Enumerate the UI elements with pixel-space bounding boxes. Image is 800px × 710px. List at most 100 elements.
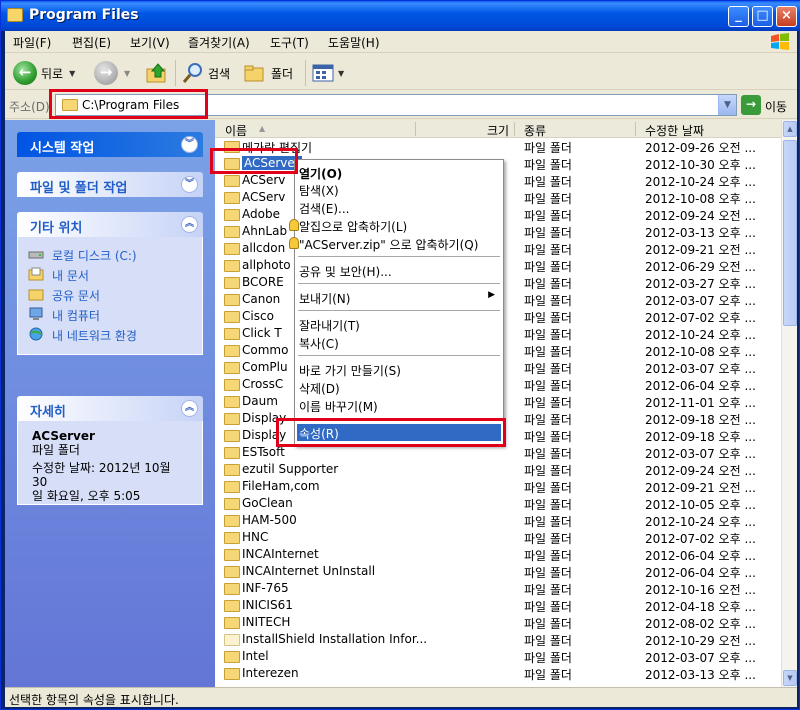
file-folder-tasks-header[interactable]: 파일 및 폴더 작업 ︾ <box>17 172 203 197</box>
context-menu: 열기(O) 탐색(X) 검색(E)... 알집으로 압축하기(L) "ACSer… <box>289 159 504 446</box>
file-row[interactable]: Intel 파일 폴더 2012-03-07 오후 ... <box>215 648 781 665</box>
file-row[interactable]: ezutil Supporter 파일 폴더 2012-09-24 오전 ... <box>215 461 781 478</box>
menu-properties[interactable]: 속성(R) <box>297 424 501 441</box>
other-places-header[interactable]: 기타 위치 ︽ <box>17 212 203 237</box>
maximize-button[interactable]: □ <box>752 6 773 27</box>
column-name[interactable]: 이름 <box>225 122 247 139</box>
menu-alzip-compress[interactable]: 알집으로 압축하기(L) <box>289 217 501 234</box>
menu-rename[interactable]: 이름 바꾸기(M) <box>297 397 501 414</box>
file-name: INCAInternet <box>242 547 319 561</box>
file-row[interactable]: INITECH 파일 폴더 2012-08-02 오후 ... <box>215 614 781 631</box>
go-arrow-icon[interactable]: → <box>741 95 761 115</box>
back-button[interactable]: ← 뒤로 ▼ <box>13 60 75 86</box>
address-input[interactable]: C:\Program Files ▼ <box>55 94 737 116</box>
minimize-button[interactable]: _ <box>728 6 749 27</box>
folder-icon <box>224 498 240 510</box>
file-date: 2012-09-26 오전 ... <box>645 141 756 155</box>
menu-view[interactable]: 보기(V) <box>130 34 170 51</box>
file-row[interactable]: Interezen 파일 폴더 2012-03-13 오후 ... <box>215 665 781 682</box>
column-divider[interactable] <box>635 122 636 136</box>
menu-help[interactable]: 도움말(H) <box>328 34 380 51</box>
menu-delete[interactable]: 삭제(D) <box>297 379 501 396</box>
chevron-down-icon[interactable]: ︾ <box>181 176 198 193</box>
details-header[interactable]: 자세히 ︽ <box>17 396 203 421</box>
chevron-up-icon[interactable]: ︽ <box>181 216 198 233</box>
menu-share-security[interactable]: 공유 및 보안(H)... <box>297 262 501 279</box>
system-tasks-header[interactable]: 시스템 작업 ︾ <box>17 132 203 157</box>
file-row[interactable]: INCAInternet UnInstall 파일 폴더 2012-06-04 오후… <box>215 563 781 580</box>
address-dropdown-button[interactable]: ▼ <box>718 95 736 115</box>
file-type: 파일 폴더 <box>524 430 572 444</box>
search-label: 검색 <box>208 66 231 81</box>
place-my-documents[interactable]: 내 문서 <box>28 265 192 285</box>
menu-file[interactable]: 파일(F) <box>13 34 51 51</box>
details-name: ACServer <box>32 429 95 443</box>
menu-favorites[interactable]: 즐겨찾기(A) <box>188 34 250 51</box>
system-tasks-title: 시스템 작업 <box>30 141 95 156</box>
folder-icon <box>62 99 78 111</box>
folder-icon <box>224 566 240 578</box>
menu-explore[interactable]: 탐색(X) <box>297 181 501 198</box>
chevron-up-icon[interactable]: ︽ <box>181 400 198 417</box>
scroll-thumb[interactable] <box>783 140 797 326</box>
file-date: 2012-09-18 오후 ... <box>645 430 756 444</box>
column-type[interactable]: 종류 <box>524 122 546 139</box>
go-button[interactable]: 이동 <box>765 98 787 115</box>
chevron-down-icon[interactable]: ︾ <box>181 136 198 153</box>
forward-button[interactable]: → ▼ <box>94 60 130 86</box>
file-row[interactable]: 메가락 편집기 파일 폴더 2012-09-26 오전 ... <box>215 138 781 155</box>
folder-icon <box>224 430 240 442</box>
file-row[interactable]: INF-765 파일 폴더 2012-10-16 오전 ... <box>215 580 781 597</box>
vertical-scrollbar[interactable]: ▲ ▼ <box>781 120 797 687</box>
scroll-up-button[interactable]: ▲ <box>783 121 797 137</box>
place-shared-documents[interactable]: 공유 문서 <box>28 285 192 305</box>
column-date[interactable]: 수정한 날짜 <box>645 122 704 139</box>
column-size[interactable]: 크기 <box>487 122 509 139</box>
place-local-disk[interactable]: 로컬 디스크 (C:) <box>28 245 192 265</box>
menu-send-to[interactable]: 보내기(N) ▶ <box>297 289 501 306</box>
place-my-computer[interactable]: 내 컴퓨터 <box>28 305 192 325</box>
file-date: 2012-08-02 오후 ... <box>645 617 756 631</box>
close-button[interactable]: × <box>776 6 797 27</box>
file-type: 파일 폴더 <box>524 260 572 274</box>
folder-icon <box>224 175 240 187</box>
file-name: Click T <box>242 326 282 340</box>
other-places-panel: 기타 위치 ︽ 로컬 디스크 (C:) 내 문서 공유 문서 내 컴퓨터 내 네… <box>17 212 203 355</box>
file-row[interactable]: FileHam,com 파일 폴더 2012-09-21 오전 ... <box>215 478 781 495</box>
menu-edit[interactable]: 편집(E) <box>72 34 111 51</box>
file-date: 2012-10-08 오후 ... <box>645 192 756 206</box>
menu-copy[interactable]: 복사(C) <box>297 334 501 351</box>
folders-button[interactable]: 폴더 <box>243 60 293 86</box>
file-row[interactable]: HAM-500 파일 폴더 2012-10-24 오후 ... <box>215 512 781 529</box>
file-date: 2012-04-18 오후 ... <box>645 600 756 614</box>
file-row[interactable]: ESTsoft 파일 폴더 2012-03-07 오후 ... <box>215 444 781 461</box>
search-button[interactable]: 검색 <box>181 60 230 86</box>
menu-search[interactable]: 검색(E)... <box>297 199 501 216</box>
file-date: 2012-10-29 오전 ... <box>645 634 756 648</box>
file-row[interactable]: InstallShield Installation Infor... 파일 폴더… <box>215 631 781 648</box>
file-row[interactable]: HNC 파일 폴더 2012-07-02 오후 ... <box>215 529 781 546</box>
up-folder-button[interactable] <box>145 60 169 86</box>
views-button[interactable]: ▼ <box>311 60 344 86</box>
file-name: ESTsoft <box>242 445 285 459</box>
file-name: FileHam,com <box>242 479 320 493</box>
column-divider[interactable] <box>415 122 416 136</box>
file-name: Adobe <box>242 207 280 221</box>
place-my-network[interactable]: 내 네트워크 환경 <box>28 325 192 345</box>
menu-tools[interactable]: 도구(T) <box>270 34 309 51</box>
file-row[interactable]: INCAInternet 파일 폴더 2012-06-04 오후 ... <box>215 546 781 563</box>
file-row[interactable]: GoClean 파일 폴더 2012-10-05 오후 ... <box>215 495 781 512</box>
menu-create-shortcut[interactable]: 바로 가기 만들기(S) <box>297 361 501 378</box>
menu-cut[interactable]: 잘라내기(T) <box>297 316 501 333</box>
title-bar[interactable]: Program Files _ □ × <box>1 1 800 31</box>
folder-icon <box>224 294 240 306</box>
scroll-down-button[interactable]: ▼ <box>783 670 797 686</box>
column-divider[interactable] <box>514 122 515 136</box>
file-type: 파일 폴더 <box>524 464 572 478</box>
file-row[interactable]: INICIS61 파일 폴더 2012-04-18 오후 ... <box>215 597 781 614</box>
file-type: 파일 폴더 <box>524 413 572 427</box>
file-name: INICIS61 <box>242 598 293 612</box>
menu-open[interactable]: 열기(O) <box>297 164 501 181</box>
file-name: Intel <box>242 649 269 663</box>
menu-compress-to-zip[interactable]: "ACServer.zip" 으로 압축하기(Q) <box>289 235 501 252</box>
